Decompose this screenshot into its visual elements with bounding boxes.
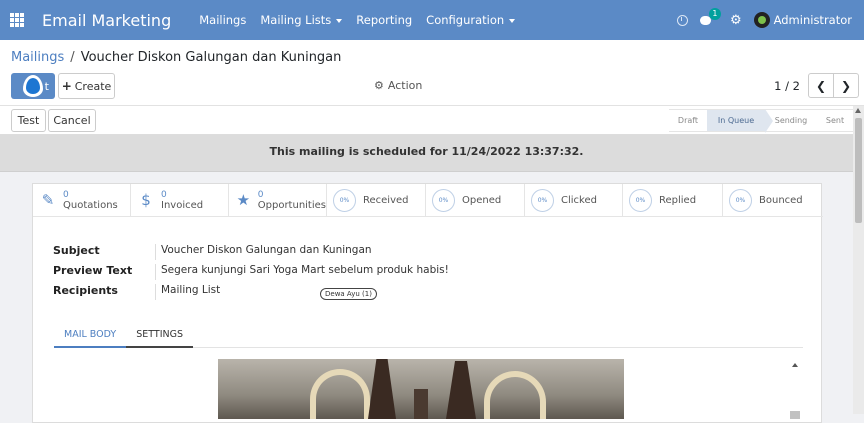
menu-reporting[interactable]: Reporting xyxy=(356,13,412,27)
control-panel: Mailings / Voucher Diskon Galungan dan Kun… xyxy=(0,40,864,106)
tab-settings[interactable]: SETTINGS xyxy=(126,323,194,348)
chevron-right-icon: ❯ xyxy=(840,78,852,93)
schedule-alert: This mailing is scheduled for 11/24/2022… xyxy=(0,135,853,172)
user-menu[interactable]: Administrator xyxy=(753,12,852,28)
apps-menu-icon[interactable] xyxy=(2,0,32,40)
replied-percentage: 0% xyxy=(629,188,652,212)
water-drop-icon xyxy=(23,75,43,97)
chevron-down-icon xyxy=(336,18,343,23)
quotations-smart-button[interactable]: ✎ 0 Quotations xyxy=(33,184,131,216)
systray: 1 ⚙ Administrator xyxy=(676,0,864,40)
opened-smart-button[interactable]: 0% Opened xyxy=(426,184,525,216)
recipients-label: Recipients xyxy=(53,284,118,297)
pager-value[interactable]: 1 / 2 xyxy=(774,79,800,93)
edit-button[interactable]: t xyxy=(11,73,55,99)
breadcrumb-current: Voucher Diskon Galungan dan Kuningan xyxy=(80,50,342,65)
stage-draft[interactable]: Draft xyxy=(669,109,707,132)
gear-icon: ⚙ xyxy=(374,79,384,92)
breadcrumb: Mailings / Voucher Diskon Galungan dan Kun… xyxy=(11,50,342,65)
received-smart-button[interactable]: 0% Received xyxy=(327,184,426,216)
chevron-left-icon: ❮ xyxy=(815,78,827,93)
page-scrollbar[interactable] xyxy=(853,106,864,414)
pager-previous-button[interactable]: ❮ xyxy=(808,73,834,98)
stage-in-queue[interactable]: In Queue xyxy=(707,109,773,133)
scrollbar-thumb[interactable] xyxy=(855,118,862,223)
action-menu[interactable]: ⚙ Action xyxy=(374,79,422,92)
dollar-icon: $ xyxy=(141,191,151,209)
messaging-icon[interactable]: 1 xyxy=(699,8,721,27)
test-button[interactable]: Test xyxy=(11,109,46,132)
bounced-smart-button[interactable]: 0% Bounced xyxy=(723,184,822,216)
replied-smart-button[interactable]: 0% Replied xyxy=(623,184,723,216)
opened-percentage: 0% xyxy=(432,188,455,212)
form-statusbar: Test Cancel Draft In Queue Sending Sent xyxy=(0,106,864,135)
clicked-percentage: 0% xyxy=(531,188,554,212)
preview-text-field[interactable]: Segera kunjungi Sari Yoga Mart sebelum p… xyxy=(155,264,449,280)
app-title[interactable]: Email Marketing xyxy=(42,11,171,30)
opportunities-smart-button[interactable]: ★ 0 Opportunities xyxy=(229,184,327,216)
subject-field[interactable]: Voucher Diskon Galungan dan Kuningan xyxy=(155,244,372,260)
create-button[interactable]: + Create xyxy=(58,73,115,99)
form-sheet: ✎ 0 Quotations $ 0 Invoiced ★ 0 Opportuniti… xyxy=(32,183,823,423)
menu-configuration[interactable]: Configuration xyxy=(426,13,516,27)
debug-gears-icon[interactable]: ⚙ xyxy=(730,13,742,28)
clicked-smart-button[interactable]: 0% Clicked xyxy=(525,184,623,216)
mail-body-image xyxy=(218,359,624,419)
invoiced-smart-button[interactable]: $ 0 Invoiced xyxy=(131,184,229,216)
mailing-list-tag[interactable]: Dewa Ayu (1) xyxy=(320,288,377,300)
stage-pipeline: Draft In Queue Sending Sent xyxy=(669,109,853,133)
plus-icon: + xyxy=(61,79,72,93)
bounced-percentage: 0% xyxy=(729,188,752,212)
avatar xyxy=(753,12,770,28)
smart-button-box: ✎ 0 Quotations $ 0 Invoiced ★ 0 Opportuniti… xyxy=(33,184,823,217)
notebook-tabs: MAIL BODY SETTINGS xyxy=(54,323,803,348)
pager-next-button[interactable]: ❯ xyxy=(833,73,859,98)
menu-mailing-lists[interactable]: Mailing Lists xyxy=(260,13,343,27)
breadcrumb-mailings-link[interactable]: Mailings xyxy=(11,50,64,65)
activity-clock-icon[interactable] xyxy=(676,14,688,26)
mail-body-scrollbar[interactable] xyxy=(790,359,800,419)
received-percentage: 0% xyxy=(333,188,356,212)
scroll-up-arrow-icon[interactable] xyxy=(792,363,798,367)
pencil-icon: ✎ xyxy=(41,191,55,209)
scroll-up-arrow-icon[interactable] xyxy=(855,108,861,113)
stage-sent[interactable]: Sent xyxy=(817,109,853,132)
main-menu: Mailings Mailing Lists Reporting Configu… xyxy=(199,13,529,27)
cancel-button[interactable]: Cancel xyxy=(48,109,96,132)
tab-mail-body[interactable]: MAIL BODY xyxy=(54,323,127,348)
menu-mailings[interactable]: Mailings xyxy=(199,13,246,27)
chevron-down-icon xyxy=(509,18,516,23)
preview-text-label: Preview Text xyxy=(53,264,133,277)
recipients-field[interactable]: Mailing List xyxy=(155,284,220,300)
user-name: Administrator xyxy=(773,13,852,27)
subject-label: Subject xyxy=(53,244,100,257)
top-navbar: Email Marketing Mailings Mailing Lists R… xyxy=(0,0,864,40)
star-icon: ★ xyxy=(236,191,251,209)
message-count-badge: 1 xyxy=(708,8,721,20)
